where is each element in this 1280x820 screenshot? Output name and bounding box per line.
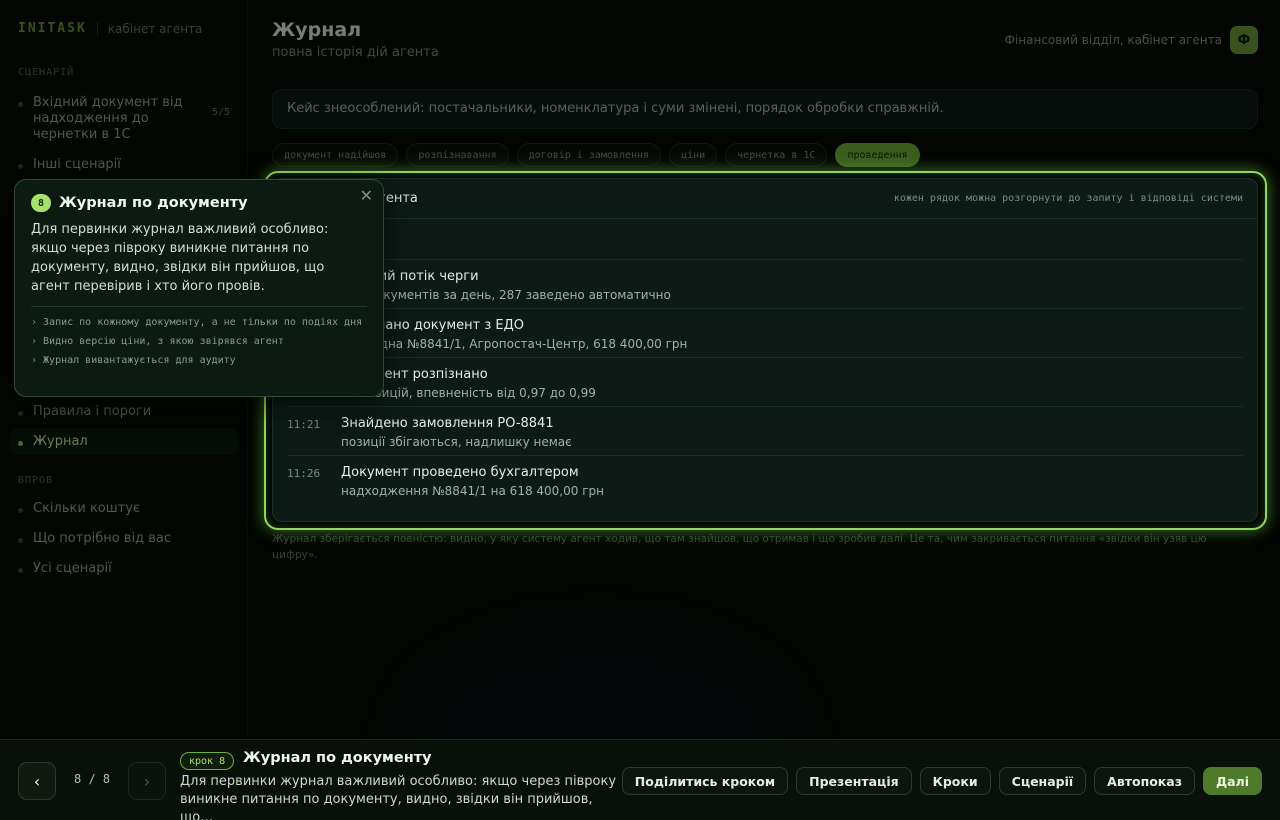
autoplay-button[interactable]: Автопоказ bbox=[1094, 767, 1195, 795]
entry-title: Отримано документ з ЕДО bbox=[341, 318, 525, 333]
header-user: Фінансовий відділ, кабінет агента Ф bbox=[1005, 26, 1258, 54]
popover-title: Журнал по документу bbox=[59, 195, 248, 211]
bullet-text: Запис по кожному документу, а не тільки … bbox=[43, 317, 363, 328]
popover-body: Для первинки журнал важливий особливо: я… bbox=[31, 222, 329, 294]
bullet-icon bbox=[18, 568, 23, 573]
entry-title: Вхідний потік черги bbox=[341, 269, 479, 284]
step-title: Журнал по документу bbox=[243, 750, 432, 766]
chevron-right-icon: › bbox=[31, 336, 38, 347]
scenarios-button[interactable]: Сценарії bbox=[998, 767, 1087, 795]
case-banner: Кейс знеособлений: постачальники, номенк… bbox=[272, 89, 1258, 129]
sidebar-item-label: Що потрібно від вас bbox=[33, 531, 171, 546]
avatar[interactable]: Ф bbox=[1230, 26, 1258, 54]
list-item: › Журнал вивантажується для аудиту bbox=[31, 353, 367, 368]
bullet-icon bbox=[18, 538, 23, 543]
journal-list: Вхідний потік черги 342 документів за де… bbox=[287, 259, 1243, 504]
sidebar-item-other-scenarios[interactable]: Інші сценарії bbox=[10, 151, 238, 178]
journal-header: Журнал дій агента кожен рядок можна розг… bbox=[273, 179, 1257, 219]
sidebar-item-label: Інші сценарії bbox=[33, 157, 121, 172]
journal-entry[interactable]: Отримано документ з ЕДО Накладна №8841/1… bbox=[287, 308, 1243, 357]
journal-footnote: Журнал зберігається повністю: видно, у я… bbox=[272, 533, 1207, 561]
popover-bullets: › Запис по кожному документу, а не тільки… bbox=[31, 315, 367, 368]
step-number-badge: 8 bbox=[31, 194, 51, 212]
sidebar-section-scenario: СЦЕНАРІЙ bbox=[18, 67, 75, 78]
sidebar-item-rules[interactable]: Правила і пороги bbox=[10, 398, 238, 425]
entry-detail: надходження №8841/1 на 618 400,00 грн bbox=[341, 484, 604, 498]
bullet-text: Видно версію ціни, з якою звірявся агент bbox=[43, 336, 284, 347]
entry-title: Знайдено замовлення PO-8841 bbox=[341, 416, 554, 431]
sidebar-item-label: Вхідний документ від надходження до черн… bbox=[33, 95, 183, 142]
bullet-icon bbox=[18, 164, 23, 169]
sidebar-section-more: ВПРОВ bbox=[18, 475, 54, 486]
chip-prices[interactable]: ціни bbox=[669, 143, 718, 167]
presentation-button[interactable]: Презентація bbox=[796, 767, 912, 795]
sidebar-item-pricing[interactable]: Скільки коштує bbox=[10, 495, 238, 522]
prev-step-button[interactable]: ‹ bbox=[18, 762, 56, 800]
journal-entry[interactable]: 11:26 Документ проведено бухгалтером над… bbox=[287, 455, 1243, 504]
entry-title: Документ проведено бухгалтером bbox=[341, 465, 579, 480]
share-step-button[interactable]: Поділитись кроком bbox=[621, 767, 789, 795]
chip-recognition[interactable]: розпізнавання bbox=[406, 143, 509, 167]
journal-entry[interactable]: Вхідний потік черги 342 документів за де… bbox=[287, 259, 1243, 308]
sidebar-item-requirements[interactable]: Що потрібно від вас bbox=[10, 525, 238, 552]
chip-contract-order[interactable]: договір і замовлення bbox=[516, 143, 662, 167]
journal-entry[interactable]: Документ розпізнано 14 позицій, впевнені… bbox=[287, 357, 1243, 406]
tour-popover: 8 Журнал по документу ✕ Для первинки жур… bbox=[14, 179, 384, 397]
brand-logo[interactable]: INITASK bbox=[18, 21, 87, 36]
sidebar-item-label: Усі сценарії bbox=[33, 561, 112, 576]
close-icon[interactable]: ✕ bbox=[360, 186, 373, 205]
brand-divider bbox=[96, 21, 98, 36]
chip-posting[interactable]: проведення bbox=[835, 143, 920, 167]
chip-draft-1c[interactable]: чернетка в 1С bbox=[725, 143, 828, 167]
tour-actions: Поділитись кроком Презентація Кроки Сцен… bbox=[621, 767, 1262, 795]
journal-card: Журнал дій агента кожен рядок можна розг… bbox=[272, 178, 1258, 522]
bullet-icon bbox=[18, 411, 23, 416]
next-step-arrow-button[interactable]: › bbox=[128, 762, 166, 800]
entry-time: 11:21 bbox=[287, 418, 321, 431]
sidebar-item-all-scenarios[interactable]: Усі сценарії bbox=[10, 555, 238, 582]
step-chips: документ надійшов розпізнавання договір … bbox=[272, 143, 920, 167]
page-title: Журнал bbox=[272, 19, 362, 41]
next-button[interactable]: Далі bbox=[1202, 767, 1262, 795]
entry-detail: позиції збігаються, надлишку немає bbox=[341, 435, 572, 449]
chip-document-received[interactable]: документ надійшов bbox=[272, 143, 399, 167]
sidebar-item-label: Журнал bbox=[33, 434, 88, 449]
steps-button[interactable]: Кроки bbox=[919, 767, 991, 795]
list-item: › Видно версію ціни, з якою звірявся аген… bbox=[31, 334, 367, 349]
brand-subtitle: кабінет агента bbox=[107, 21, 203, 36]
bullet-icon bbox=[18, 508, 23, 513]
bullet-icon bbox=[18, 441, 23, 446]
chevron-right-icon: › bbox=[31, 355, 38, 366]
entry-time: 11:26 bbox=[287, 467, 321, 480]
entry-detail: Накладна №8841/1, Агропостач-Центр, 618 … bbox=[341, 337, 688, 351]
bullet-icon bbox=[18, 102, 23, 107]
sidebar-item-journal[interactable]: Журнал bbox=[10, 428, 238, 455]
journal-entry[interactable]: 11:21 Знайдено замовлення PO-8841 позиці… bbox=[287, 406, 1243, 455]
page-subtitle: повна історія дій агента bbox=[272, 45, 439, 60]
sidebar-item-label: Скільки коштує bbox=[33, 501, 141, 516]
step-counter: 8 / 8 bbox=[74, 772, 111, 786]
journal-hint: кожен рядок можна розгорнути до запиту і… bbox=[893, 193, 1243, 204]
popover-header: 8 Журнал по документу bbox=[31, 194, 367, 212]
step-badge: крок 8 bbox=[180, 752, 235, 770]
sidebar-item-incoming-document[interactable]: Вхідний документ від надходження до черн… bbox=[10, 89, 238, 149]
chevron-right-icon: › bbox=[31, 317, 38, 328]
step-description: Для первинки журнал важливий особливо: я… bbox=[180, 774, 617, 820]
divider bbox=[31, 306, 367, 307]
organization-name: Фінансовий відділ, кабінет агента bbox=[1004, 33, 1222, 47]
entry-detail: 342 документів за день, 287 заведено авт… bbox=[341, 288, 671, 302]
tour-bottom-bar: ‹ 8 / 8 › крок 8 Журнал по документу Для… bbox=[0, 739, 1280, 820]
sidebar-item-count: 5/5 bbox=[211, 107, 230, 118]
list-item: › Запис по кожному документу, а не тільки… bbox=[31, 315, 367, 330]
brand: INITASK кабінет агента bbox=[18, 21, 202, 36]
bullet-text: Журнал вивантажується для аудиту bbox=[43, 355, 236, 366]
sidebar-item-label: Правила і пороги bbox=[33, 404, 152, 419]
